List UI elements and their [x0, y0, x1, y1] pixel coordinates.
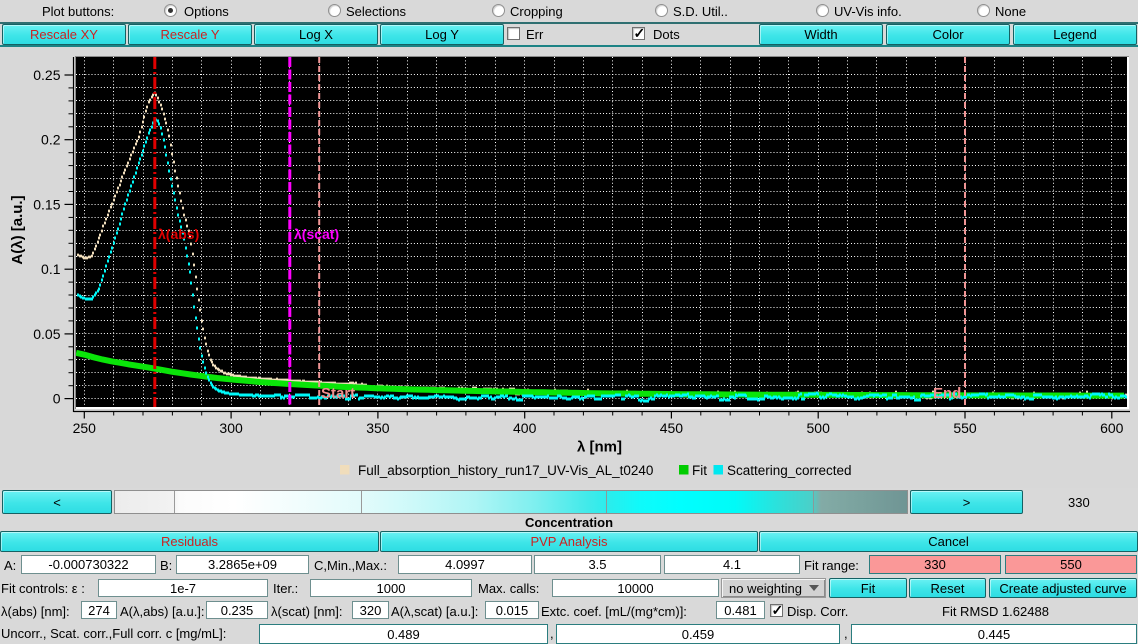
- svg-text:0.15: 0.15: [33, 196, 60, 212]
- svg-text:0: 0: [53, 391, 61, 407]
- svg-text:λ(abs): λ(abs): [158, 226, 199, 242]
- svg-text:550: 550: [953, 420, 977, 436]
- svg-text:450: 450: [660, 420, 684, 436]
- svg-text:Fit: Fit: [692, 463, 707, 478]
- svg-text:0.1: 0.1: [41, 261, 61, 277]
- svg-text:250: 250: [73, 420, 97, 436]
- svg-text:Scattering_corrected: Scattering_corrected: [727, 463, 852, 478]
- svg-text:End: End: [933, 385, 961, 402]
- svg-text:0.25: 0.25: [33, 67, 60, 83]
- svg-text:0.05: 0.05: [33, 326, 60, 342]
- svg-text:500: 500: [807, 420, 831, 436]
- svg-text:Start: Start: [321, 385, 355, 402]
- svg-text:A(λ) [a.u.]: A(λ) [a.u.]: [9, 195, 26, 264]
- svg-text:λ(scat): λ(scat): [294, 226, 339, 242]
- svg-text:λ [nm]: λ [nm]: [577, 438, 622, 455]
- svg-text:350: 350: [366, 420, 390, 436]
- svg-text:400: 400: [513, 420, 537, 436]
- svg-text:600: 600: [1100, 420, 1124, 436]
- svg-text:300: 300: [219, 420, 243, 436]
- svg-text:0.2: 0.2: [41, 132, 61, 148]
- svg-text:Full_absorption_history_run17_: Full_absorption_history_run17_UV-Vis_AL_…: [358, 463, 653, 478]
